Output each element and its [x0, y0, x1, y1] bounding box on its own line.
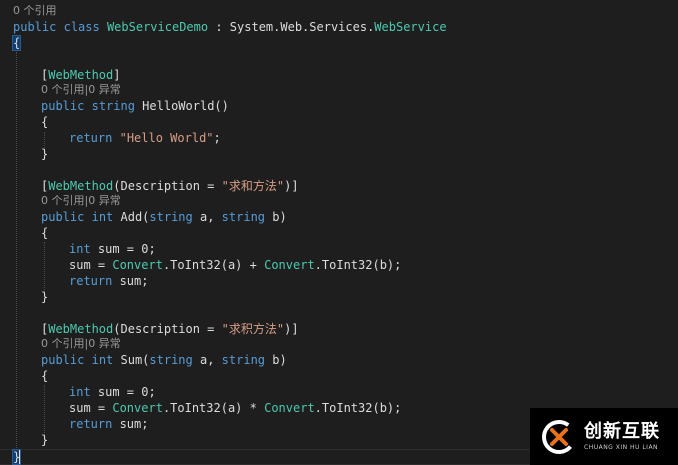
- method2-line1: int sum = 0;: [69, 242, 156, 256]
- watermark-title: 创新互联: [584, 421, 660, 442]
- method2-line3: return sum;: [69, 274, 149, 288]
- keyword-public: public: [13, 20, 57, 34]
- text-caret: [19, 450, 20, 464]
- class-colon: :: [208, 20, 230, 34]
- base-namespace: System.Web.Services.: [229, 20, 375, 34]
- matched-brace: {: [11, 35, 22, 51]
- method3-close-brace: }: [41, 433, 49, 447]
- indent-guide: [16, 52, 17, 448]
- method1-return: return "Hello World";: [69, 131, 221, 145]
- class-codelens[interactable]: 0 个引用: [13, 3, 57, 19]
- class-declaration: public class WebServiceDemo : System.Web…: [13, 19, 447, 35]
- method1-close-brace: }: [41, 147, 49, 161]
- method1-signature: public string HelloWorld(): [41, 99, 229, 113]
- method2-close-brace: }: [41, 290, 49, 304]
- method2-line2: sum = Convert.ToInt32(a) + Convert.ToInt…: [69, 258, 402, 272]
- webmethod-attribute: WebMethod: [48, 68, 114, 82]
- base-type: WebService: [374, 20, 447, 34]
- method3-attribute: [WebMethod(Description = "求积方法")]: [41, 322, 299, 336]
- code-editor[interactable]: 0 个引用 public class WebServiceDemo : Syst…: [0, 0, 678, 465]
- description-string: "求积方法": [221, 322, 285, 336]
- method2-codelens[interactable]: 0 个引用|0 异常: [41, 193, 121, 209]
- method3-codelens[interactable]: 0 个引用|0 异常: [41, 336, 121, 352]
- class-open-brace: {: [11, 35, 22, 51]
- webmethod-attribute: WebMethod: [48, 179, 114, 193]
- method1-attribute: [WebMethod]: [41, 68, 121, 82]
- method3-line2: sum = Convert.ToInt32(a) * Convert.ToInt…: [69, 401, 402, 415]
- method2-open-brace: {: [41, 226, 49, 240]
- indent-guide: [44, 385, 45, 435]
- method3-signature: public int Sum(string a, string b): [41, 353, 287, 367]
- method2-attribute: [WebMethod(Description = "求和方法")]: [41, 179, 299, 193]
- webmethod-attribute: WebMethod: [48, 322, 114, 336]
- watermark: 创新互联 CHUANG XIN HU LIAN: [530, 408, 678, 465]
- method1-codelens[interactable]: 0 个引用|0 异常: [41, 82, 121, 98]
- class-name: WebServiceDemo: [106, 20, 209, 34]
- brand-logo-icon: [542, 419, 576, 454]
- method1-open-brace: {: [41, 115, 49, 129]
- indent-guide: [44, 242, 45, 292]
- watermark-subtitle: CHUANG XIN HU LIAN: [584, 444, 659, 451]
- method2-signature: public int Add(string a, string b): [41, 210, 287, 224]
- keyword-class: class: [63, 20, 100, 34]
- string-literal: "Hello World": [119, 131, 214, 145]
- method3-line1: int sum = 0;: [69, 385, 156, 399]
- description-string: "求和方法": [221, 179, 285, 193]
- method3-open-brace: {: [41, 369, 49, 383]
- method3-line3: return sum;: [69, 417, 149, 431]
